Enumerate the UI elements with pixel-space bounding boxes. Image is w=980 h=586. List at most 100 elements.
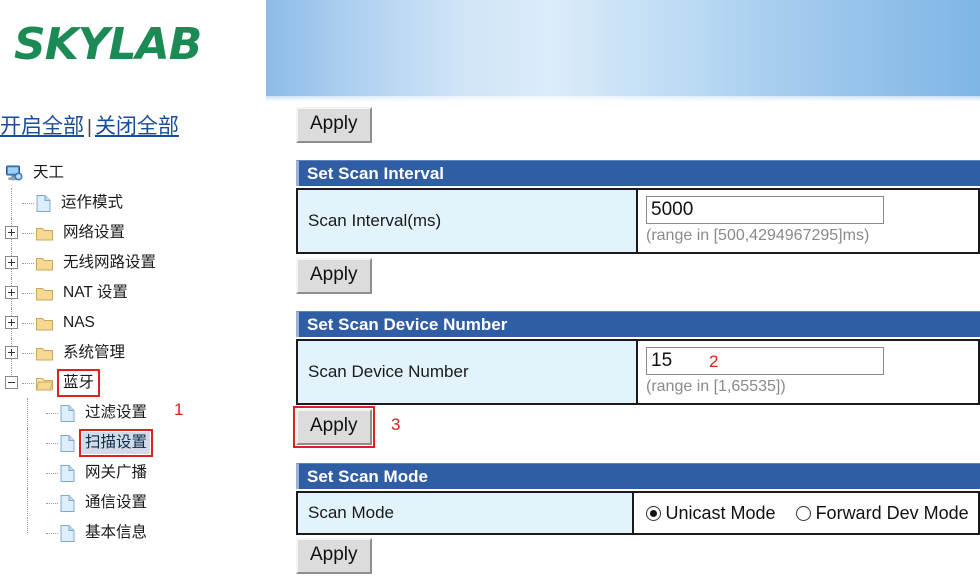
radio-forward-dev-mode-icon[interactable] xyxy=(795,505,811,521)
tree-node-nat-settings[interactable]: NAT 设置 xyxy=(0,278,266,308)
tree-toggle-links: 开启全部 | 关闭全部 xyxy=(0,110,179,140)
expand-toggle-icon[interactable] xyxy=(5,316,18,329)
tree-connector xyxy=(46,412,58,414)
tree-guide xyxy=(21,488,45,518)
folder-icon xyxy=(35,345,54,362)
tree-node-system-management[interactable]: 系统管理 xyxy=(0,338,266,368)
folder-icon xyxy=(35,315,54,332)
tree-connector xyxy=(46,472,58,474)
apply-button-scan-mode[interactable]: Apply xyxy=(296,538,372,574)
tree-connector xyxy=(46,502,58,504)
tree-item-label: 网络设置 xyxy=(63,224,126,241)
row-scan-interval: Scan Interval(ms) (range in [500,4294967… xyxy=(296,188,980,254)
apply-button-scan-device-number[interactable]: Apply xyxy=(293,406,375,448)
collapse-all-link[interactable]: 关闭全部 xyxy=(95,115,179,138)
tree-node-gateway-broadcast[interactable]: 网关广播 xyxy=(0,458,266,488)
page-icon xyxy=(59,494,76,513)
value-cell-scan-interval: (range in [500,4294967295]ms) xyxy=(638,190,978,252)
brand-logo-text: SKYLAB xyxy=(14,19,202,70)
tree-item-label: 基本信息 xyxy=(85,524,148,541)
value-cell-scan-mode: Unicast Mode Forward Dev Mode xyxy=(633,493,979,533)
hint-scan-interval: (range in [500,4294967295]ms) xyxy=(646,226,870,244)
tree-guide xyxy=(4,428,21,458)
tree-connector xyxy=(22,202,34,204)
page-icon xyxy=(59,464,76,483)
label-scan-device-number: Scan Device Number xyxy=(298,341,638,403)
computer-icon xyxy=(4,163,24,183)
label-scan-mode: Scan Mode xyxy=(298,493,634,533)
tree-node-wireless-settings[interactable]: 无线网路设置 xyxy=(0,248,266,278)
radio-option-forward-dev-mode[interactable]: Forward Dev Mode xyxy=(795,502,969,524)
section-header-scan-mode: Set Scan Mode xyxy=(296,463,980,489)
tree-guide xyxy=(4,248,21,278)
label-scan-interval: Scan Interval(ms) xyxy=(298,190,638,252)
content-area: Apply Set Scan Interval Scan Interval(ms… xyxy=(266,0,980,586)
radio-unicast-mode-label: Unicast Mode xyxy=(665,502,776,523)
annotation-step-1: 1 xyxy=(174,400,184,419)
tree-guide xyxy=(4,368,21,398)
tree-item-label: 蓝牙 xyxy=(56,369,101,397)
expand-toggle-icon[interactable] xyxy=(5,286,18,299)
section-header-scan-device-number: Set Scan Device Number xyxy=(296,311,980,337)
tree-guide xyxy=(4,488,21,518)
section-header-scan-interval: Set Scan Interval xyxy=(296,160,980,186)
tree-node-operation-mode[interactable]: 运作模式 xyxy=(0,188,266,218)
link-separator: | xyxy=(87,117,92,138)
folder-icon xyxy=(35,225,54,242)
page-root: SKYLAB 开启全部 | 关闭全部 天工 运作模式 网络设置 无线网路设置 N… xyxy=(0,0,980,586)
tree-item-label: 运作模式 xyxy=(61,194,124,211)
scan-mode-radio-group: Unicast Mode Forward Dev Mode xyxy=(645,502,979,524)
tree-node-bluetooth[interactable]: 蓝牙 xyxy=(0,368,266,398)
scan-device-number-input[interactable] xyxy=(646,346,884,375)
page-icon xyxy=(35,194,52,213)
tree-item-label: 网关广播 xyxy=(85,464,148,481)
tree-guide xyxy=(4,218,21,248)
radio-forward-dev-mode-label: Forward Dev Mode xyxy=(815,502,969,523)
row-scan-mode: Scan Mode Unicast Mode Forward Dev Mode xyxy=(296,491,980,535)
radio-unicast-mode-icon[interactable] xyxy=(645,505,661,521)
page-icon xyxy=(59,434,76,453)
expand-toggle-icon[interactable] xyxy=(5,346,18,359)
annotation-step-2: 2 xyxy=(709,352,719,371)
apply-button-scan-interval[interactable]: Apply xyxy=(296,258,372,294)
radio-option-unicast-mode[interactable]: Unicast Mode xyxy=(645,502,776,524)
tree-connector xyxy=(22,232,34,234)
tree-connector xyxy=(22,322,34,324)
collapse-toggle-icon[interactable] xyxy=(5,376,18,389)
tree-item-label: 系统管理 xyxy=(63,344,126,361)
tree-item-label: NAT 设置 xyxy=(63,284,128,301)
apply-button-top[interactable]: Apply xyxy=(296,107,372,143)
hint-scan-device-number: (range in [1,65535]) xyxy=(646,377,786,395)
brand-logo: SKYLAB xyxy=(0,14,266,94)
tree-guide xyxy=(4,518,21,548)
expand-toggle-icon[interactable] xyxy=(5,226,18,239)
tree-node-nas[interactable]: NAS xyxy=(0,308,266,338)
page-icon xyxy=(59,404,76,423)
tree-item-label: NAS xyxy=(63,314,95,331)
tree-connector xyxy=(46,442,58,444)
tree-guide xyxy=(4,188,21,218)
row-scan-device-number: Scan Device Number (range in [1,65535]) xyxy=(296,339,980,405)
tree-connector xyxy=(22,352,34,354)
tree-item-label: 过滤设置 xyxy=(85,404,148,421)
value-cell-scan-device-number: (range in [1,65535]) xyxy=(638,341,978,403)
tree-item-label-selected: 扫描设置 xyxy=(78,429,154,457)
scan-interval-input[interactable] xyxy=(646,195,884,224)
tree-guide xyxy=(21,518,45,548)
tree-node-comm-settings[interactable]: 通信设置 xyxy=(0,488,266,518)
tree-node-scan-settings[interactable]: 扫描设置 xyxy=(0,428,266,458)
tree-guide xyxy=(21,458,45,488)
tree-guide xyxy=(4,308,21,338)
tree-connector xyxy=(22,292,34,294)
tree-connector xyxy=(22,262,34,264)
tree-node-basic-info[interactable]: 基本信息 xyxy=(0,518,266,548)
tree-guide xyxy=(4,278,21,308)
expand-all-link[interactable]: 开启全部 xyxy=(0,115,84,138)
tree-connector xyxy=(46,532,58,534)
expand-toggle-icon[interactable] xyxy=(5,256,18,269)
tree-node-root[interactable]: 天工 xyxy=(0,158,266,188)
tree-node-root-label: 天工 xyxy=(33,164,65,181)
tree-node-network-settings[interactable]: 网络设置 xyxy=(0,218,266,248)
tree-guide xyxy=(4,338,21,368)
tree-node-filter-settings[interactable]: 过滤设置 xyxy=(0,398,266,428)
